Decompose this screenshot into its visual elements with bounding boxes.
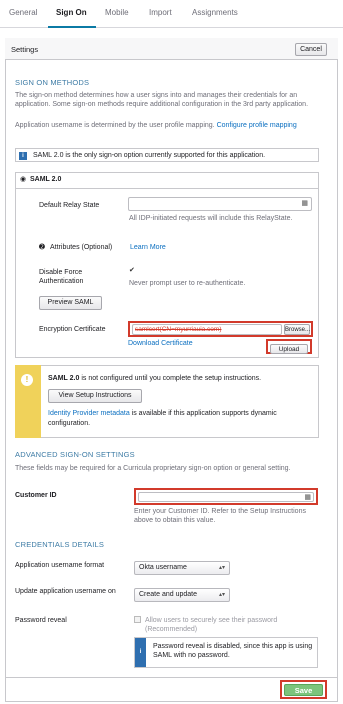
- settings-title: Settings: [11, 45, 39, 54]
- tab-bar: General Sign On Mobile Import Assignment…: [0, 0, 343, 28]
- save-button[interactable]: Save: [284, 684, 323, 696]
- password-info-text: Password reveal is disabled, since this …: [153, 643, 313, 659]
- username-format-select[interactable]: Okta username ▴▾: [134, 561, 230, 575]
- upload-button[interactable]: Upload: [270, 344, 308, 354]
- encryption-highlight: samlcert(CN=myurriauia.com) Browse...: [128, 321, 313, 337]
- upload-highlight: Upload: [266, 339, 312, 354]
- advanced-heading: ADVANCED SIGN-ON SETTINGS: [15, 450, 135, 459]
- customer-id-highlight: ▦: [134, 488, 318, 505]
- tab-general[interactable]: General: [9, 8, 37, 17]
- encryption-file-input[interactable]: samlcert(CN=myurriauia.com): [132, 324, 282, 335]
- saml-not-configured-text: SAML 2.0 is not configured until you com…: [48, 375, 262, 382]
- browse-button[interactable]: Browse...: [284, 324, 310, 335]
- password-info-box: i Password reveal is disabled, since thi…: [134, 637, 318, 668]
- never-prompt-text: Never prompt user to re-authenticate.: [129, 280, 246, 287]
- credentials-heading: CREDENTIALS DETAILS: [15, 540, 105, 549]
- password-reveal-checkbox[interactable]: [134, 616, 141, 623]
- preview-saml-button[interactable]: Preview SAML: [39, 296, 102, 310]
- info-icon: i: [19, 152, 27, 160]
- saml-only-text: SAML 2.0 is the only sign-on option curr…: [33, 152, 266, 159]
- relay-state-input[interactable]: ▦: [128, 197, 312, 211]
- select-arrows-icon: ▴▾: [218, 592, 225, 598]
- idp-metadata-link[interactable]: Identity Provider metadata: [48, 410, 130, 417]
- password-reveal-label: Password reveal: [15, 617, 67, 624]
- cancel-button[interactable]: Cancel: [295, 43, 327, 56]
- info-icon: i: [136, 648, 145, 657]
- saml-only-info: i SAML 2.0 is the only sign-on option cu…: [15, 148, 319, 162]
- save-highlight: Save: [280, 680, 327, 699]
- disable-force-label: Disable Force Authentication: [39, 269, 84, 285]
- attributes-label: Attributes (Optional): [50, 244, 113, 251]
- saml-option-label: SAML 2.0: [30, 176, 62, 183]
- advanced-description: These fields may be required for a Curri…: [15, 465, 291, 472]
- update-username-select[interactable]: Create and update ▴▾: [134, 588, 230, 602]
- update-username-label: Update application username on: [15, 588, 116, 595]
- mapping-text: Application username is determined by th…: [15, 122, 297, 129]
- password-reveal-option: Allow users to securely see their passwo…: [145, 617, 278, 633]
- view-setup-instructions-button[interactable]: View Setup Instructions: [48, 389, 142, 403]
- relay-state-label: Default Relay State: [39, 202, 100, 209]
- customer-id-label: Customer ID: [15, 492, 57, 499]
- keyboard-icon: ▦: [301, 200, 308, 207]
- customer-id-input[interactable]: ▦: [138, 492, 314, 502]
- sign-on-methods-heading: SIGN ON METHODS: [15, 78, 90, 87]
- tab-mobile[interactable]: Mobile: [105, 8, 129, 17]
- tab-assignments[interactable]: Assignments: [192, 8, 238, 17]
- settings-header: [5, 38, 338, 60]
- tab-sign-on[interactable]: Sign On: [56, 8, 87, 17]
- idp-metadata-text: Identity Provider metadata is available …: [48, 410, 277, 427]
- footer-divider: [5, 677, 338, 678]
- customer-id-help: Enter your Customer ID. Refer to the Set…: [134, 508, 306, 524]
- tab-import[interactable]: Import: [149, 8, 172, 17]
- learn-more-link[interactable]: Learn More: [130, 244, 166, 251]
- username-format-label: Application username format: [15, 562, 105, 569]
- radio-selected-icon[interactable]: ◉: [20, 175, 26, 183]
- sign-on-description: The sign-on method determines how a user…: [15, 92, 309, 108]
- encryption-file-value: samlcert(CN=myurriauia.com): [135, 326, 222, 333]
- warning-icon: !: [21, 374, 33, 386]
- relay-state-help: All IDP-initiated requests will include …: [129, 215, 293, 222]
- encryption-label: Encryption Certificate: [39, 326, 106, 333]
- checkbox-checked-icon[interactable]: ✔: [129, 266, 135, 274]
- download-certificate-link[interactable]: Download Certificate: [128, 340, 193, 347]
- active-tab-indicator: [48, 26, 96, 28]
- expand-arrow-icon[interactable]: ➋: [39, 243, 45, 251]
- select-arrows-icon: ▴▾: [218, 565, 225, 571]
- keyboard-icon: ▦: [304, 494, 311, 501]
- configure-profile-mapping-link[interactable]: Configure profile mapping: [217, 122, 297, 129]
